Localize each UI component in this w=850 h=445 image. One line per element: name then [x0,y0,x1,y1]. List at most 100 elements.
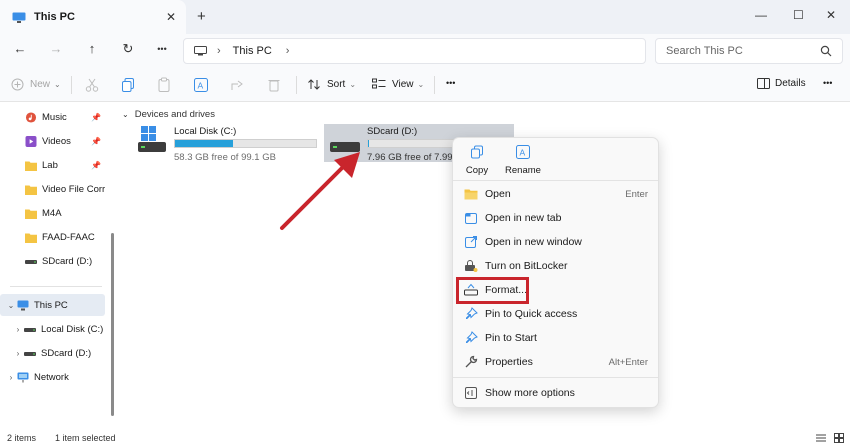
menu-item-shortcut: Enter [625,188,648,200]
paste-icon[interactable] [156,77,172,93]
details-pane-icon [757,78,770,89]
close-window-button[interactable]: ✕ [826,8,836,22]
see-more-button[interactable]: ••• [823,78,832,88]
sidebar-item-label: FAAD-FAAC [42,231,95,243]
sidebar-item-sdcard[interactable]: SDcard (D:) [0,250,105,272]
folder-icon [25,209,37,219]
more-options-button[interactable]: ••• [446,78,455,88]
monitor-icon [194,46,207,56]
drive-tile-local-disk[interactable]: Local Disk (C:) 58.3 GB free of 99.1 GB [133,124,321,163]
new-icon [11,78,24,91]
menu-item-label: Pin to Start [485,332,537,344]
sidebar-scrollbar[interactable] [111,233,114,416]
drive-icon [24,351,36,356]
address-bar[interactable]: › This PC › [183,38,646,64]
minimize-button[interactable]: — [755,8,767,22]
menu-separator [453,180,658,181]
sort-button[interactable]: Sort ⌄ [307,78,356,91]
sidebar-item-video-file-corrup[interactable]: Video File Corrup [0,178,105,200]
menu-item-label: Properties [485,356,533,368]
new-chevron-icon: ⌄ [54,80,61,89]
sort-chevron-icon: ⌄ [349,80,357,89]
maximize-button[interactable]: ☐ [793,8,804,22]
sidebar-item-label: Local Disk (C:) [41,323,104,335]
expand-chevron-icon[interactable]: ⌄ [5,301,17,310]
refresh-button[interactable]: ↻ [118,41,138,57]
sidebar-item-sdcard-tree[interactable]: › SDcard (D:) [0,342,105,364]
tiles-view-icon[interactable] [834,433,844,443]
expand-chevron-icon[interactable]: › [5,373,17,382]
breadcrumb-chevron-trailing[interactable]: › [286,45,290,57]
forward-button[interactable]: → [46,41,66,56]
view-label: View [392,78,414,90]
network-icon [17,372,29,382]
context-copy-button[interactable]: Copy [453,145,501,176]
up-button[interactable]: ↑ [82,41,102,56]
expand-chevron-icon[interactable]: › [12,349,24,358]
show-more-icon [465,387,477,399]
new-window-icon [465,236,477,248]
back-button[interactable]: ← [10,41,30,56]
sidebar-item-label: M4A [42,207,62,219]
search-icon [820,45,832,57]
details-view-icon[interactable] [816,433,826,443]
cut-icon[interactable] [84,77,100,93]
menu-item-label: Open in new tab [485,212,562,224]
details-label: Details [775,78,806,89]
sidebar-item-this-pc[interactable]: ⌄ This PC [0,294,105,316]
new-button[interactable]: New ⌄ [11,78,61,91]
drive-name: Local Disk (C:) [174,126,237,137]
tab-this-pc[interactable]: This PC ✕ [0,0,186,34]
videos-icon [25,135,37,147]
toolbar-divider [434,76,435,94]
share-icon[interactable] [229,77,245,93]
context-menu: Copy A Rename Open Enter Open in new tab… [452,137,659,408]
sidebar-item-videos[interactable]: Videos 📌 [0,130,105,152]
menu-item-properties[interactable]: Properties Alt+Enter [458,351,653,373]
sidebar-item-label: This PC [34,299,68,311]
sidebar-item-network[interactable]: › Network [0,366,105,388]
sidebar-item-faad-faac[interactable]: FAAD-FAAC [0,226,105,248]
sidebar-item-local-disk[interactable]: › Local Disk (C:) [0,318,105,340]
view-button[interactable]: View ⌄ [372,78,424,90]
menu-item-pin-to-start[interactable]: Pin to Start [458,327,653,349]
copy-icon[interactable] [120,77,136,93]
details-button[interactable]: Details [757,78,806,89]
pin-icon: 📌 [91,112,101,122]
menu-item-open[interactable]: Open Enter [458,183,653,205]
menu-item-pin-to-quick-access[interactable]: Pin to Quick access [458,303,653,325]
search-input[interactable]: Search This PC [655,38,843,64]
address-row: ← → ↑ ↻ ••• › This PC › Search This PC [0,34,850,68]
new-tab-button[interactable]: + [197,8,206,25]
sidebar-divider [10,286,102,287]
more-nav-button[interactable]: ••• [152,44,172,54]
this-pc-icon [17,300,29,310]
breadcrumb-chevron[interactable]: › [217,45,221,57]
context-rename-button[interactable]: A Rename [499,145,547,176]
expand-chevron-icon[interactable]: › [12,325,24,334]
menu-item-label: Open [485,188,511,200]
menu-item-turn-on-bitlocker[interactable]: Turn on BitLocker [458,255,653,277]
rename-icon[interactable]: A [193,77,209,93]
sidebar-item-music[interactable]: Music 📌 [0,106,105,128]
menu-item-shortcut: Alt+Enter [608,356,648,368]
delete-icon[interactable] [266,77,282,93]
folder-icon [25,233,37,243]
pin-icon: 📌 [91,136,101,146]
menu-item-show-more-options[interactable]: Show more options [458,382,653,404]
drive-free-space: 58.3 GB free of 99.1 GB [174,152,276,163]
navigation-pane: Music 📌 Videos 📌 Lab 📌 Video File Corrup… [0,103,115,430]
menu-item-open-in-new-window[interactable]: Open in new window [458,231,653,253]
sidebar-item-m4a[interactable]: M4A [0,202,105,224]
context-rename-label: Rename [505,165,541,176]
section-devices-and-drives[interactable]: ⌄ Devices and drives [122,109,215,120]
tab-close-icon[interactable]: ✕ [166,10,176,24]
menu-item-label: Turn on BitLocker [485,260,568,272]
breadcrumb-this-pc[interactable]: This PC [233,45,272,57]
music-icon [25,111,37,123]
menu-item-open-in-new-tab[interactable]: Open in new tab [458,207,653,229]
sidebar-item-lab[interactable]: Lab 📌 [0,154,105,176]
section-title: Devices and drives [134,109,215,120]
folder-icon [25,161,37,171]
pin-icon: 📌 [91,160,101,170]
